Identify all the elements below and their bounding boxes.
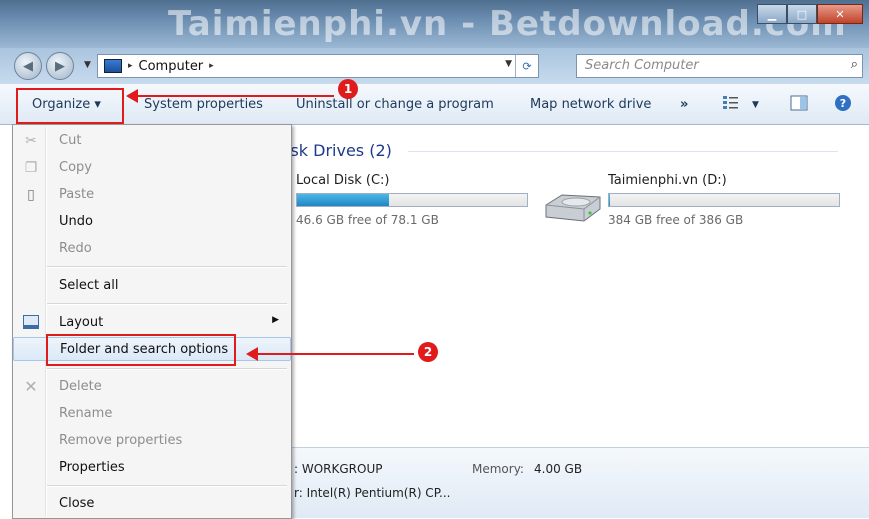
uninstall-program-button[interactable]: Uninstall or change a program	[296, 97, 494, 112]
drive-d-name: Taimienphi.vn (D:)	[608, 173, 727, 188]
menu-item-paste[interactable]: ▯ Paste	[13, 183, 291, 207]
drive-c-name: Local Disk (C:)	[296, 173, 390, 188]
menu-item-copy[interactable]: ❐ Copy	[13, 156, 291, 180]
menu-item-layout[interactable]: Layout ▶	[13, 311, 291, 335]
close-window-button[interactable]: ✕	[817, 4, 863, 24]
preview-pane-icon[interactable]	[790, 94, 808, 112]
clipboard-icon: ▯	[27, 187, 35, 203]
memory-label: Memory:	[472, 462, 524, 476]
menu-item-undo[interactable]: Undo	[13, 210, 291, 234]
step-2-badge: 2	[418, 342, 438, 362]
system-properties-button[interactable]: System properties	[144, 97, 263, 112]
back-arrow-icon: ◀	[23, 58, 33, 74]
maximize-button[interactable]: □	[787, 4, 817, 24]
content-area: isk Drives (2) Local Disk (C:) 46.6 GB f…	[286, 125, 869, 447]
refresh-icon[interactable]: ⟳	[515, 55, 538, 77]
search-icon[interactable]: ⌕	[851, 57, 858, 72]
menu-separator	[47, 266, 287, 268]
help-icon[interactable]: ?	[834, 94, 852, 112]
menu-item-paste-label: Paste	[59, 187, 95, 202]
menu-item-properties-label: Properties	[59, 460, 125, 475]
copy-icon: ❐	[24, 160, 38, 176]
menu-item-remove-properties[interactable]: Remove properties	[13, 429, 291, 453]
organize-menu: ✂ Cut ❐ Copy ▯ Paste Undo Redo Select al…	[12, 124, 292, 519]
drive-d-usage-fill	[609, 194, 611, 206]
address-row: ◀ ▶ ▼ ▸ Computer ▸ ▼ ⟳ Search Computer ⌕	[0, 48, 869, 84]
more-commands-button[interactable]: »	[680, 97, 688, 112]
menu-item-select-all-label: Select all	[59, 278, 119, 293]
minimize-button[interactable]: ▁	[757, 4, 787, 24]
menu-separator	[47, 485, 287, 487]
menu-item-close-label: Close	[59, 496, 95, 511]
drive-d-free-space: 384 GB free of 386 GB	[608, 213, 744, 227]
breadcrumb-separator-icon: ▸	[128, 61, 133, 71]
map-network-drive-button[interactable]: Map network drive	[530, 97, 651, 112]
arrow-head-icon	[246, 347, 258, 361]
menu-item-select-all[interactable]: Select all	[13, 274, 291, 298]
details-pane: : WORKGROUP Memory: 4.00 GB r: Intel(R) …	[290, 447, 869, 518]
search-input[interactable]: Search Computer ⌕	[576, 54, 863, 78]
workgroup-value: : WORKGROUP	[294, 462, 383, 476]
menu-item-cut[interactable]: ✂ Cut	[13, 129, 291, 153]
breadcrumb-computer[interactable]: Computer	[139, 59, 204, 74]
disk-drives-group-title: isk Drives (2)	[286, 141, 392, 160]
forward-arrow-icon: ▶	[55, 58, 65, 74]
view-dropdown-icon[interactable]: ▼	[752, 100, 759, 110]
window-controls: ▁ □ ✕	[757, 4, 863, 24]
menu-separator	[47, 303, 287, 305]
menu-item-properties[interactable]: Properties	[13, 456, 291, 480]
menu-separator	[47, 368, 287, 370]
svg-text:?: ?	[840, 97, 846, 110]
drive-d-usage-bar	[608, 193, 840, 207]
breadcrumb-separator-icon[interactable]: ▸	[209, 61, 214, 71]
back-button[interactable]: ◀	[14, 52, 42, 80]
forward-button[interactable]: ▶	[46, 52, 74, 80]
drive-d[interactable]: Taimienphi.vn (D:) 384 GB free of 386 GB	[608, 173, 848, 233]
arrow-to-organize	[136, 95, 334, 97]
menu-item-redo[interactable]: Redo	[13, 237, 291, 261]
menu-item-layout-label: Layout	[59, 315, 104, 330]
menu-item-rename[interactable]: Rename	[13, 402, 291, 426]
folder-options-highlight-box	[46, 334, 236, 366]
hard-drive-icon	[545, 194, 601, 222]
menu-item-redo-label: Redo	[59, 241, 92, 256]
menu-item-close[interactable]: Close	[13, 492, 291, 516]
scissors-icon: ✂	[25, 133, 37, 149]
menu-item-undo-label: Undo	[59, 214, 93, 229]
memory-value: 4.00 GB	[534, 462, 583, 476]
processor-value: r: Intel(R) Pentium(R) CP...	[294, 486, 451, 500]
delete-x-icon: ✕	[24, 377, 38, 396]
arrow-to-folder-options	[258, 353, 414, 355]
change-view-icon[interactable]	[722, 94, 740, 112]
drive-c-usage-fill	[297, 194, 389, 206]
watermark-text: Taimienphi.vn - Betdownload.com	[168, 4, 847, 44]
menu-item-remove-properties-label: Remove properties	[59, 433, 183, 448]
submenu-arrow-icon: ▶	[272, 315, 279, 325]
address-bar[interactable]: ▸ Computer ▸ ▼ ⟳	[97, 54, 539, 78]
layout-icon	[23, 315, 39, 331]
step-1-badge: 1	[338, 79, 358, 99]
arrow-head-icon	[126, 89, 138, 103]
title-bar: Taimienphi.vn - Betdownload.com ▁ □ ✕	[0, 0, 869, 48]
recent-pages-dropdown-icon[interactable]: ▼	[84, 60, 91, 70]
menu-item-copy-label: Copy	[59, 160, 92, 175]
menu-item-delete-label: Delete	[59, 379, 102, 394]
organize-highlight-box	[16, 88, 124, 124]
search-placeholder: Search Computer	[585, 58, 699, 73]
menu-item-rename-label: Rename	[59, 406, 113, 421]
address-dropdown-icon[interactable]: ▼	[505, 59, 512, 69]
computer-icon	[104, 59, 122, 73]
drive-c-usage-bar	[296, 193, 528, 207]
menu-item-delete[interactable]: ✕ Delete	[13, 375, 291, 399]
menu-item-cut-label: Cut	[59, 133, 82, 148]
drive-c[interactable]: Local Disk (C:) 46.6 GB free of 78.1 GB	[296, 173, 536, 233]
group-divider	[408, 151, 838, 152]
drive-c-free-space: 46.6 GB free of 78.1 GB	[296, 213, 439, 227]
